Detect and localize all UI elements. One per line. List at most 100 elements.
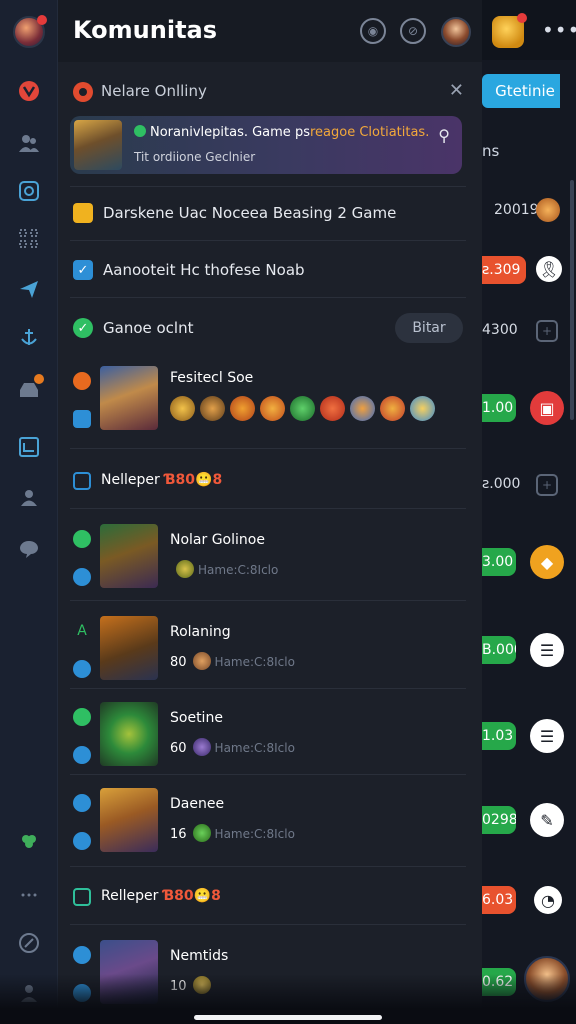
send-icon[interactable] — [16, 276, 42, 302]
game-name: Nemtids — [170, 948, 229, 964]
list-item-label: Darskene Uac Noceea Beasing 2 Game — [103, 204, 397, 222]
divider — [70, 924, 466, 925]
right-panel: ••• Gtetinie ns 20019 ƨ.309 🎗 4300 + 1.0… — [482, 0, 576, 1024]
right-header: ••• — [482, 0, 576, 60]
right-row-pill: 3.00 — [482, 548, 516, 576]
a-mark-icon: A — [77, 623, 87, 639]
list-item[interactable]: ✓ Ganoe oclnt Bitar — [73, 313, 463, 343]
list-icon[interactable]: ☰ — [530, 633, 564, 667]
reward-icon — [320, 396, 345, 421]
left-rail — [0, 0, 58, 1024]
orange-dot-icon — [73, 372, 91, 390]
badge-icon[interactable]: ◆ — [530, 545, 564, 579]
right-row-text: ƨ.000 — [482, 476, 521, 492]
status-dot-icon — [73, 568, 91, 586]
category-label: Nelleper Ɓ80😬8 — [101, 472, 222, 488]
star-checkbox-icon[interactable] — [73, 203, 93, 223]
right-row-pill: 0298 — [482, 806, 516, 834]
game-meta: Hame:C:8Iclo — [170, 560, 278, 578]
compass-icon[interactable] — [16, 178, 42, 204]
clock-icon[interactable]: ◔ — [534, 886, 562, 914]
share-icon[interactable]: ⚲ — [438, 126, 450, 145]
divider — [70, 866, 466, 867]
inbox-badge — [34, 374, 44, 384]
divider — [70, 774, 466, 775]
right-row: 3.00 ◆ — [482, 545, 576, 579]
close-icon[interactable]: ✕ — [449, 80, 464, 101]
section-label: Nelare Onlliny — [101, 82, 207, 100]
game-thumbnail — [100, 524, 158, 588]
list-item-label: Aanooteit Hc thofese Noab — [103, 261, 305, 279]
game-row[interactable]: Nolar Golinoe Hame:C:8Iclo — [73, 520, 468, 592]
clover-icon[interactable] — [16, 828, 42, 854]
right-row-pill: 6.03 — [482, 886, 516, 914]
globe-icon[interactable] — [16, 930, 42, 956]
explore-icon[interactable]: ⊘ — [400, 18, 426, 44]
right-row: 4300 + — [482, 318, 576, 348]
checkbox-icon[interactable]: ✓ — [73, 260, 93, 280]
game-count: 60 — [170, 741, 187, 756]
header-avatar[interactable] — [441, 17, 471, 47]
game-row[interactable]: Soetine 60 Hame:C:8Iclo — [73, 698, 468, 770]
reward-icon — [350, 396, 375, 421]
v-logo-icon[interactable] — [16, 78, 42, 104]
group-icon[interactable] — [16, 484, 42, 510]
add-square-icon[interactable]: + — [536, 320, 558, 342]
list-item[interactable]: ✓ Aanooteit Hc thofese Noab — [73, 257, 463, 283]
list-item-label: Ganoe oclnt — [103, 319, 194, 337]
library-icon[interactable] — [16, 434, 42, 460]
right-row-text: 20019 — [494, 202, 539, 218]
anchor-icon[interactable] — [16, 324, 42, 350]
right-row: 20019 — [482, 198, 576, 228]
rail-avatar[interactable] — [13, 15, 47, 48]
ribbon-icon[interactable]: 🎗 — [536, 256, 562, 282]
status-dot-icon — [73, 660, 91, 678]
reward-icon — [200, 396, 225, 421]
game-sub: Hame:C:8Iclo — [198, 563, 279, 577]
more-dots-icon[interactable] — [16, 882, 42, 908]
divider — [70, 240, 466, 241]
verified-icon — [134, 125, 146, 137]
trophy-icon[interactable] — [536, 198, 560, 222]
list-icon[interactable]: ☰ — [530, 719, 564, 753]
category-hot: Ɓ80😬8 — [162, 888, 221, 904]
gift-icon[interactable]: ▣ — [530, 391, 564, 425]
category-header[interactable]: Nelleper Ɓ80😬8 — [73, 470, 463, 492]
start-button[interactable]: Gtetinie — [482, 74, 560, 108]
game-name: Nolar Golinoe — [170, 532, 265, 548]
more-menu-icon[interactable]: ••• — [542, 18, 576, 42]
gem-icon — [192, 652, 211, 670]
blue-square-icon — [73, 410, 91, 428]
chat-icon[interactable] — [16, 536, 42, 562]
coin-icon[interactable] — [492, 13, 527, 48]
game-row[interactable]: Daenee 16 Hame:C:8Iclo — [73, 784, 468, 856]
home-indicator[interactable] — [194, 1015, 382, 1020]
reward-icon — [410, 396, 435, 421]
grid-icon[interactable] — [16, 226, 42, 252]
page-title: Komunitas — [73, 16, 218, 44]
add-square-icon[interactable]: + — [536, 474, 558, 496]
featured-game[interactable]: Fesitecl Soe — [73, 362, 468, 434]
right-row: ƨ.000 + — [482, 472, 576, 502]
divider — [70, 186, 466, 187]
featured-name: Fesitecl Soe — [170, 370, 254, 386]
edit-icon[interactable]: ✎ — [530, 803, 564, 837]
reward-row — [170, 396, 435, 421]
record-icon[interactable]: ◉ — [360, 18, 386, 44]
users-icon[interactable] — [16, 130, 42, 156]
inbox-icon[interactable] — [16, 374, 44, 402]
status-dot-icon — [73, 832, 91, 850]
featured-thumbnail — [100, 366, 158, 430]
top-bar: Komunitas ◉ ⊘ — [58, 0, 482, 62]
filter-button[interactable]: Bitar — [395, 313, 463, 343]
category-header[interactable]: Relleper Ɓ80😬8 — [73, 886, 463, 908]
right-row: 1.03 ☰ — [482, 719, 576, 753]
status-dot-icon — [73, 530, 91, 548]
game-row[interactable]: A Rolaning 80 Hame:C:8Iclo — [73, 612, 468, 684]
game-name: Rolaning — [170, 624, 231, 640]
list-item[interactable]: Darskene Uac Noceea Beasing 2 Game — [73, 200, 463, 226]
promo-banner[interactable]: Noranivlepitas. Game psreagoe Clotiatita… — [70, 116, 462, 174]
category-icon — [73, 888, 91, 906]
check-circle-icon[interactable]: ✓ — [73, 318, 93, 338]
right-row-pill: 1.00 — [482, 394, 516, 422]
